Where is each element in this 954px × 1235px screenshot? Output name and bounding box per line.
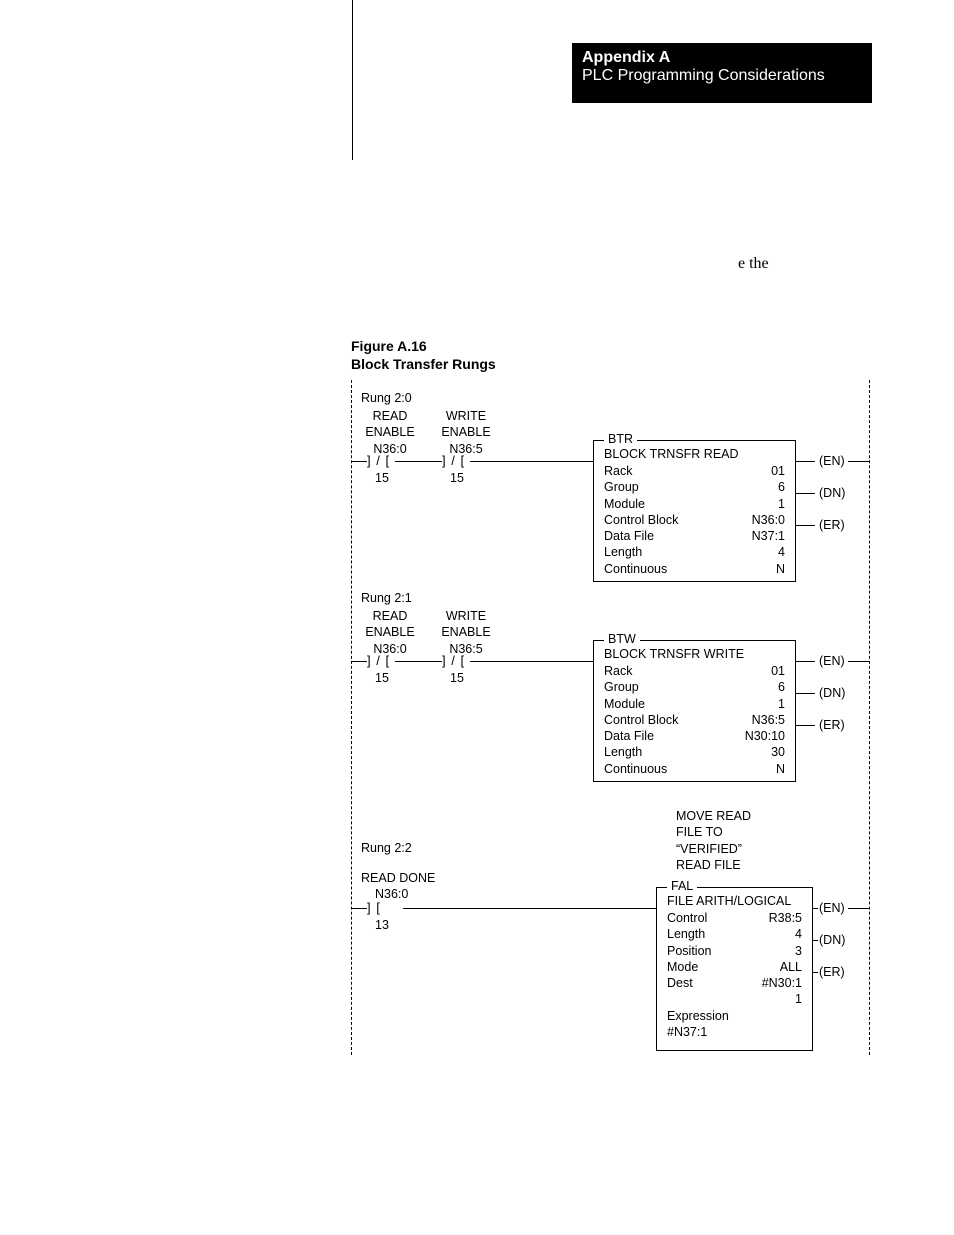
header-banner: Appendix A PLC Programming Consideration… <box>572 43 872 103</box>
instruction-box: BTW BLOCK TRNSFR WRITE Rack01 Group6 Mod… <box>593 640 796 782</box>
rung-label: Rung 2:2 <box>361 840 412 856</box>
en-output: (EN) <box>819 454 845 468</box>
dn-output: (DN) <box>819 486 845 500</box>
header-divider <box>352 0 353 160</box>
contact: READ ENABLE N36:0 <box>361 408 419 457</box>
rung-label: Rung 2:1 <box>361 590 412 606</box>
xio-symbol: ] / [ <box>442 453 465 470</box>
ladder-diagram: Rung 2:0 READ ENABLE N36:0 ] / [ 15 WRIT… <box>351 380 871 1060</box>
xio-symbol: ] / [ <box>367 453 390 470</box>
figure-caption: Figure A.16 Block Transfer Rungs <box>351 338 496 373</box>
box-mnemonic: BTW <box>604 632 640 646</box>
xio-symbol: ] / [ <box>442 653 465 670</box>
xio-symbol: ] / [ <box>367 653 390 670</box>
stray-text: e the <box>738 255 769 273</box>
er-output: (ER) <box>819 718 845 732</box>
er-output: (ER) <box>819 518 845 532</box>
contact: WRITE ENABLE N36:5 <box>437 608 495 657</box>
appendix-subtitle: PLC Programming Considerations <box>582 67 862 85</box>
en-output: (EN) <box>819 901 845 915</box>
instruction-box: BTR BLOCK TRNSFR READ Rack01 Group6 Modu… <box>593 440 796 582</box>
xic-symbol: ] [ <box>367 900 381 917</box>
contact: READ ENABLE N36:0 <box>361 608 419 657</box>
box-mnemonic: FAL <box>667 879 697 893</box>
contact: READ DONE N36:0 <box>361 870 451 903</box>
contact: WRITE ENABLE N36:5 <box>437 408 495 457</box>
fig-line2: Block Transfer Rungs <box>351 356 496 372</box>
instruction-box: FAL FILE ARITH/LOGICAL ControlR38:5 Leng… <box>656 887 813 1051</box>
en-output: (EN) <box>819 654 845 668</box>
dn-output: (DN) <box>819 686 845 700</box>
er-output: (ER) <box>819 965 845 979</box>
right-rail <box>869 380 870 1055</box>
fig-line1: Figure A.16 <box>351 338 427 354</box>
box-mnemonic: BTR <box>604 432 637 446</box>
dn-output: (DN) <box>819 933 845 947</box>
comment: MOVE READ FILE TO “VERIFIED” READ FILE <box>676 808 751 873</box>
rung-label: Rung 2:0 <box>361 390 412 406</box>
left-rail <box>351 380 352 1055</box>
appendix-label: Appendix A <box>582 49 862 67</box>
